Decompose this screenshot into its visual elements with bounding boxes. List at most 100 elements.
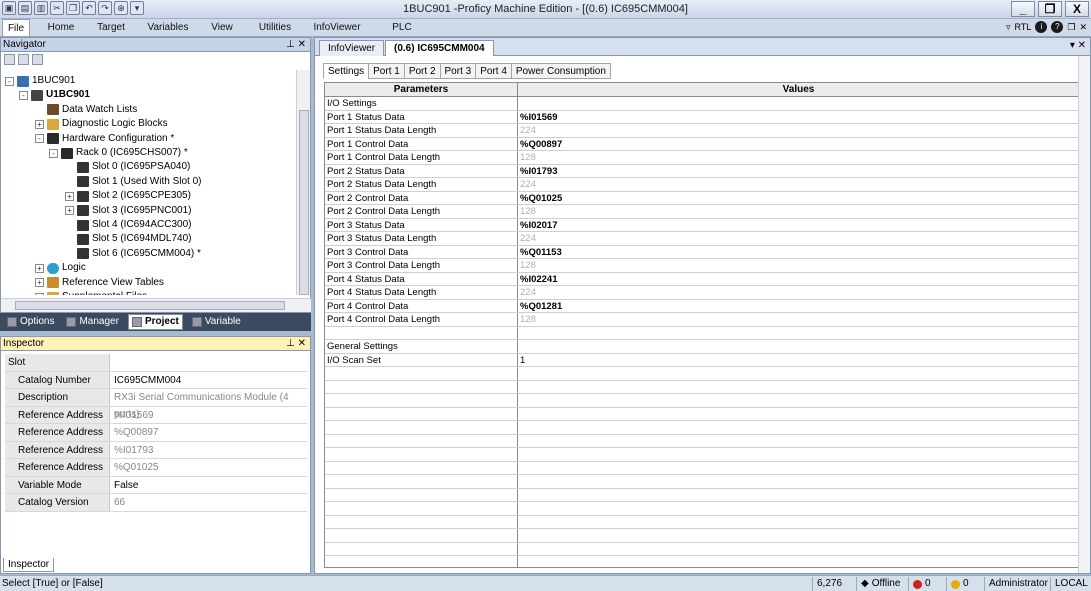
parameter-value[interactable]: %Q01281 — [518, 300, 1079, 313]
parameter-value[interactable]: 224 — [518, 286, 1079, 299]
grid-row[interactable]: Port 1 Status Data %I01569 — [325, 110, 1079, 124]
ribbon-collapse-icon[interactable]: ▿ — [1006, 22, 1011, 33]
inspector-property-value[interactable]: %Q01025 — [110, 459, 307, 476]
menu-variables[interactable]: Variables — [144, 19, 192, 36]
view-tree-icon[interactable] — [18, 54, 29, 65]
close-button[interactable]: X — [1065, 1, 1089, 17]
menu-view[interactable]: View — [206, 19, 238, 36]
inspector-row[interactable]: Reference Address 4%Q01025 — [5, 459, 307, 490]
grid-row[interactable]: Port 1 Status Data Length 224 — [325, 124, 1079, 138]
grid-row[interactable]: Port 3 Control Data %Q01153 — [325, 245, 1079, 259]
parameter-value[interactable]: 128 — [518, 259, 1079, 272]
expand-icon[interactable]: + — [35, 292, 44, 295]
grid-row[interactable]: Port 4 Control Data Length 128 — [325, 313, 1079, 327]
tab-variable[interactable]: Variable — [189, 314, 244, 330]
document-scrollbar[interactable] — [1078, 56, 1090, 573]
view-details-icon[interactable] — [32, 54, 43, 65]
grid-row[interactable]: Port 4 Status Data Length 224 — [325, 286, 1079, 300]
tab-manager[interactable]: Manager — [63, 314, 121, 330]
tree-node[interactable]: Slot 1 (Used With Slot 0) — [65, 175, 201, 189]
tree-node[interactable]: Slot 5 (IC694MDL740) — [65, 232, 192, 246]
grid-row[interactable]: Port 4 Status Data %I02241 — [325, 272, 1079, 286]
collapse-icon[interactable]: - — [49, 148, 58, 158]
inspector-property-value[interactable]: False — [110, 477, 307, 494]
tree-node[interactable]: + Logic — [35, 261, 86, 275]
grid-row[interactable]: Port 2 Control Data Length 128 — [325, 205, 1079, 219]
tree-node[interactable]: Slot 0 (IC695PSA040) — [65, 160, 190, 174]
parameter-value[interactable] — [518, 327, 1079, 340]
navigator-pin-close[interactable]: ⊥ ✕ — [286, 38, 306, 52]
tree-node[interactable]: + Reference View Tables — [35, 276, 164, 290]
menu-infoviewer[interactable]: InfoViewer — [310, 19, 364, 36]
inspector-property-value[interactable]: IC695CMM004 — [110, 372, 307, 389]
inspector-property-value[interactable]: %I01793 — [110, 442, 307, 459]
tree-node[interactable]: + Diagnostic Logic Blocks — [35, 117, 168, 131]
grid-row[interactable]: Port 3 Control Data Length 128 — [325, 259, 1079, 273]
minimize-button[interactable]: _ — [1011, 1, 1035, 17]
parameter-value[interactable]: %I02017 — [518, 219, 1079, 232]
inspector-row[interactable]: Catalog Number IC695CMM004 — [5, 371, 307, 389]
tree-node[interactable]: + Supplemental Files — [35, 290, 147, 295]
restore-button[interactable]: ❐ — [1038, 1, 1062, 17]
grid-row[interactable]: I/O Settings — [325, 97, 1079, 111]
grid-row[interactable] — [325, 326, 1079, 340]
grid-row[interactable]: Port 2 Status Data Length 224 — [325, 178, 1079, 192]
grid-row[interactable]: Port 4 Control Data %Q01281 — [325, 299, 1079, 313]
parameter-value[interactable]: 128 — [518, 205, 1079, 218]
document-tab-controls[interactable]: ▾ ✕ — [1070, 40, 1086, 51]
tab-options[interactable]: Options — [4, 314, 57, 330]
menu-utilities[interactable]: Utilities — [252, 19, 298, 36]
inspector-property-value[interactable]: 66 — [110, 494, 307, 511]
expand-icon[interactable]: + — [65, 191, 74, 201]
inspector-row[interactable]: Description RX3i Serial Communications Mo… — [5, 389, 307, 420]
tree-node[interactable]: - Rack 0 (IC695CHS007) * — [49, 146, 188, 160]
tree-horizontal-scrollbar[interactable] — [1, 298, 311, 312]
view-list-icon[interactable] — [4, 54, 15, 65]
tree-node[interactable]: Slot 6 (IC695CMM004) * — [65, 247, 201, 261]
tree-node[interactable]: + Slot 2 (IC695CPE305) — [65, 189, 191, 203]
help-icon[interactable]: ? — [1051, 21, 1064, 33]
tree-vertical-scrollbar[interactable] — [296, 70, 310, 295]
parameter-value[interactable]: %Q01153 — [518, 246, 1079, 259]
rtl-label[interactable]: RTL — [1015, 22, 1032, 32]
expand-icon[interactable]: + — [35, 263, 44, 273]
close-doc-icon[interactable]: ✕ — [1079, 22, 1087, 33]
tab-infoviewer[interactable]: InfoViewer — [319, 40, 385, 56]
inspector-pin-close[interactable]: ⊥ ✕ — [286, 337, 306, 351]
parameter-value[interactable]: 224 — [518, 232, 1079, 245]
parameter-value[interactable]: %I01569 — [518, 111, 1079, 124]
tab-power-consumption[interactable]: Power Consumption — [510, 63, 611, 79]
restore-ribbon-icon[interactable]: ❐ — [1067, 22, 1075, 33]
info-icon[interactable]: i — [1035, 21, 1048, 33]
tree-node[interactable]: - U1BC901 — [19, 88, 90, 102]
tree-node[interactable]: Data Watch Lists — [35, 103, 137, 117]
tree-node[interactable]: - 1BUC901 — [5, 74, 75, 88]
grid-row[interactable]: Port 3 Status Data %I02017 — [325, 218, 1079, 232]
inspector-property-value[interactable]: RX3i Serial Communications Module (4 por… — [110, 389, 307, 420]
tab-port-2[interactable]: Port 2 — [403, 63, 440, 79]
parameter-value[interactable]: 224 — [518, 178, 1079, 191]
inspector-row[interactable]: Reference Address 1%I01569 — [5, 406, 307, 438]
tree-node[interactable]: Slot 4 (IC694ACC300) — [65, 218, 192, 232]
tab-port-1[interactable]: Port 1 — [368, 63, 404, 79]
grid-row[interactable]: I/O Scan Set 1 — [325, 353, 1079, 367]
inspector-property-value[interactable]: %Q00897 — [110, 424, 307, 441]
inspector-row[interactable]: Reference Address 2%Q00897 — [5, 424, 307, 455]
grid-row[interactable]: General Settings — [325, 340, 1079, 354]
parameter-value[interactable]: 128 — [518, 313, 1079, 326]
grid-row[interactable]: Port 2 Control Data %Q01025 — [325, 191, 1079, 205]
collapse-icon[interactable]: - — [35, 134, 44, 144]
grid-row[interactable]: Port 1 Control Data %Q00897 — [325, 137, 1079, 151]
tree-node[interactable]: - Hardware Configuration * — [35, 132, 174, 146]
collapse-icon[interactable]: - — [19, 90, 28, 100]
collapse-icon[interactable]: - — [5, 76, 14, 86]
inspector-tab[interactable]: Inspector — [3, 558, 55, 572]
grid-row[interactable]: Port 2 Status Data %I01793 — [325, 164, 1079, 178]
inspector-row[interactable]: Catalog Version 66 — [5, 494, 307, 512]
expand-icon[interactable]: + — [35, 278, 44, 288]
tab-port-3[interactable]: Port 3 — [439, 63, 476, 79]
tab-project[interactable]: Project — [127, 314, 183, 330]
expand-icon[interactable]: + — [65, 206, 74, 216]
menu-plc-hwc[interactable]: PLC HWC — [380, 19, 424, 50]
menu-home[interactable]: Home — [42, 19, 80, 36]
